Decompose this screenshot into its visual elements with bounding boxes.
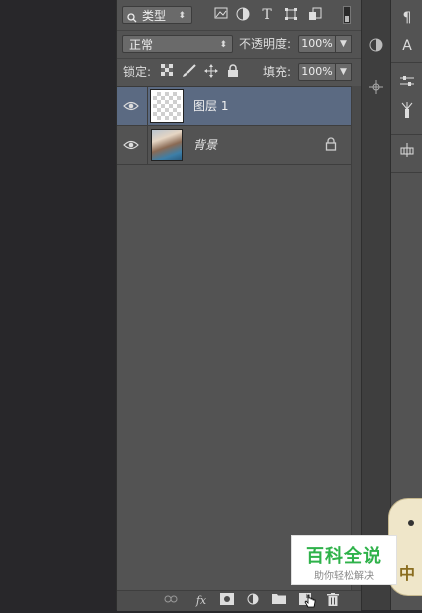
add-mask-icon[interactable] [219,593,235,609]
filter-kind-label: 类型 [142,9,167,23]
lock-fill-bar: 锁定: 填充: 100% ▼ [117,58,361,87]
fx-icon[interactable]: fx [191,593,211,609]
divider [391,172,422,173]
delete-icon[interactable] [325,593,341,609]
paragraph-icon[interactable]: ¶ [395,6,419,30]
layer-name[interactable]: 背景 [193,136,217,154]
divider [147,126,148,164]
lock-label: 锁定: [123,65,152,79]
divider [391,62,422,63]
filter-kind-arrows-icon: ⬍ [178,11,186,21]
eye-icon[interactable] [123,137,139,153]
lock-transparent-icon[interactable] [159,64,175,80]
blend-opacity-bar: 正常 ⬍ 不透明度: 100% ▼ [117,31,361,59]
layer-row[interactable]: 背景 [117,126,351,165]
layer-thumbnail-photo[interactable] [151,129,183,161]
watermark-title: 百科全说 [306,546,382,567]
link-layers-icon[interactable] [163,593,179,609]
brush-presets-icon[interactable] [395,102,419,126]
shape-filter-icon[interactable] [283,7,299,23]
eye-icon[interactable] [123,98,139,114]
smart-object-filter-icon[interactable] [307,7,323,23]
layers-bottom-toolbar: fx [117,590,361,611]
collapsed-panel-strip [361,0,390,610]
layer-filter-bar: 类型 ⬍ T [117,0,361,31]
blend-mode-value: 正常 [129,38,154,52]
mascot-eye [408,520,414,526]
lock-all-icon[interactable] [225,64,241,80]
pixel-filter-icon[interactable] [213,7,229,23]
fill-label: 填充: [263,65,292,79]
layer-row[interactable]: 图层 1 [117,87,351,126]
watermark-badge: 百科全说 助你轻松解决 [291,535,397,585]
search-icon [127,10,137,23]
hand-cursor-icon [304,594,316,610]
navigator-panel-icon[interactable] [368,80,384,96]
lock-icon[interactable] [325,137,339,151]
clone-source-icon[interactable] [395,142,419,166]
mascot-character: 中 [399,564,416,583]
adjustment-layer-icon[interactable] [245,593,261,609]
lock-move-icon[interactable] [203,64,219,80]
lock-paint-icon[interactable] [181,64,197,80]
divider [147,87,148,125]
opacity-label: 不透明度: [239,37,292,51]
new-group-icon[interactable] [271,593,287,609]
text-filter-icon[interactable]: T [259,7,275,23]
blend-mode-dropdown[interactable]: 正常 ⬍ [122,35,233,53]
fill-arrow-icon[interactable]: ▼ [336,63,352,81]
watermark-subtitle: 助你轻松解决 [314,571,374,582]
divider [391,134,422,135]
canvas-area [0,0,116,610]
opacity-arrow-icon[interactable]: ▼ [336,35,352,53]
opacity-input[interactable]: 100% [298,35,336,53]
filter-toggle-icon[interactable] [343,6,351,24]
layer-thumbnail-transparent[interactable] [150,89,184,123]
filter-kind-dropdown[interactable]: 类型 ⬍ [122,6,192,24]
fill-input[interactable]: 100% [298,63,336,81]
character-icon[interactable]: A [395,34,419,58]
layers-panel: 类型 ⬍ T 正常 ⬍ 不透明度: 100% ▼ 锁定: 填充: 100% ▼ … [116,0,362,611]
layer-name[interactable]: 图层 1 [193,97,228,115]
color-panel-icon[interactable] [368,38,384,54]
adjustment-filter-icon[interactable] [235,7,251,23]
blend-mode-arrows-icon: ⬍ [219,40,227,50]
brush-settings-icon[interactable] [395,72,419,96]
